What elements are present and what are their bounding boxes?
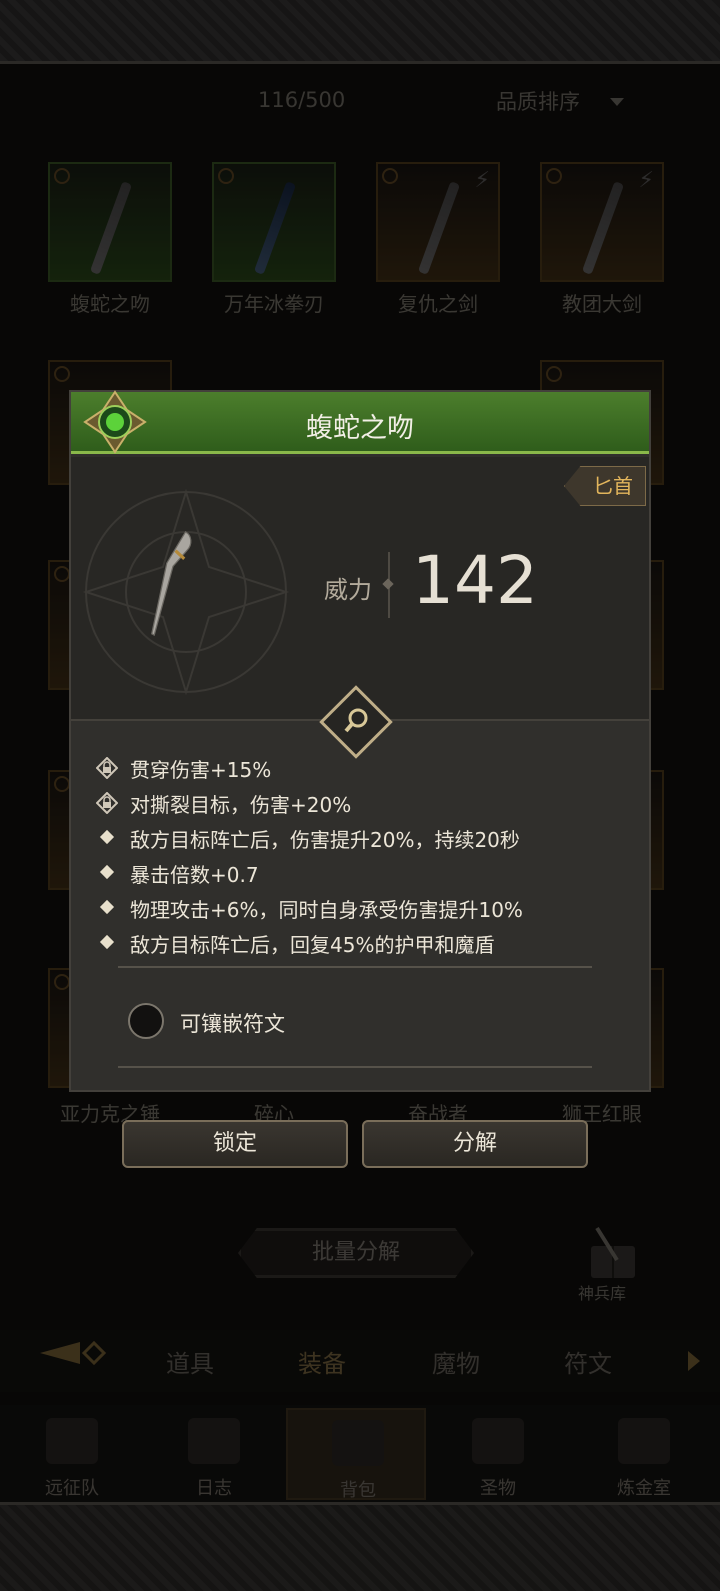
diamond-bullet-icon: [99, 829, 115, 845]
divider: [118, 966, 592, 968]
attribute-text: 敌方目标阵亡后，回复45%的护甲和魔盾: [130, 933, 495, 957]
magnifier-icon: [344, 708, 368, 733]
attribute-text: 贯穿伤害+15%: [130, 758, 272, 782]
lock-icon: [96, 792, 118, 814]
diamond-bullet-icon: [99, 899, 115, 915]
rune-socket-radio[interactable]: [128, 1003, 164, 1039]
popup-header: 蝮蛇之吻: [71, 390, 649, 454]
divider: [118, 1066, 592, 1068]
attribute-row: 敌方目标阵亡后，伤害提升20%，持续20秒: [96, 824, 636, 854]
decompose-button[interactable]: 分解: [362, 1120, 588, 1168]
attribute-text: 暴击倍数+0.7: [130, 863, 259, 887]
attribute-text: 物理攻击+6%，同时自身承受伤害提升10%: [130, 898, 523, 922]
diamond-bullet-icon: [99, 864, 115, 880]
attribute-row: 对撕裂目标，伤害+20%: [96, 789, 636, 819]
power-label: 威力: [324, 576, 372, 604]
rune-socket-label: 可镶嵌符文: [180, 1012, 285, 1036]
power-value: 142: [412, 542, 538, 619]
lock-button[interactable]: 锁定: [122, 1120, 348, 1168]
diamond-bullet-icon: [99, 934, 115, 950]
popup-title: 蝮蛇之吻: [306, 413, 414, 444]
attribute-text: 对撕裂目标，伤害+20%: [130, 793, 352, 817]
dagger-icon: [151, 531, 192, 636]
weapon-type-tag: 匕首: [564, 466, 646, 506]
attribute-row: 敌方目标阵亡后，回复45%的护甲和魔盾: [96, 929, 636, 959]
attribute-row: 贯穿伤害+15%: [96, 754, 636, 784]
attribute-row: 暴击倍数+0.7: [96, 859, 636, 889]
lock-icon: [96, 757, 118, 779]
attribute-row: 物理攻击+6%，同时自身承受伤害提升10%: [96, 894, 636, 924]
attribute-text: 敌方目标阵亡后，伤害提升20%，持续20秒: [130, 828, 520, 852]
